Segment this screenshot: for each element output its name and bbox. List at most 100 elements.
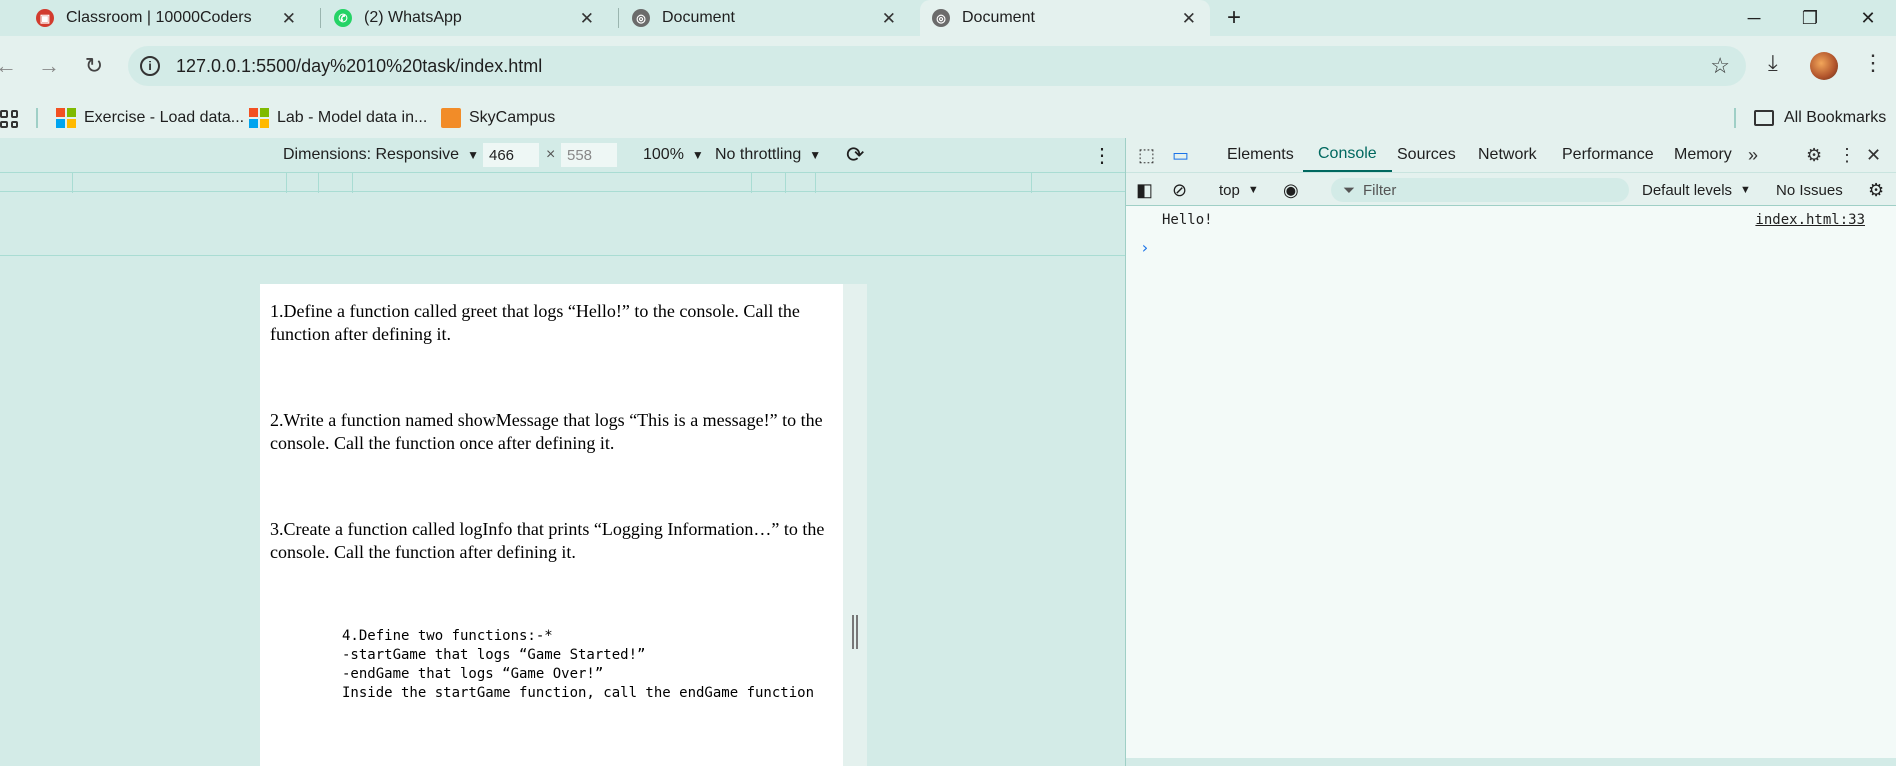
minimize-button[interactable]: ─ [1726,0,1782,36]
tab-title: Document [662,9,735,26]
bookmark-label: Exercise - Load data... [84,109,245,126]
caret-down-icon: ▼ [691,148,704,162]
dimensions-dropdown[interactable]: Dimensions: Responsive ▼ [283,138,479,172]
site-info-icon[interactable]: i [140,56,160,76]
devtools-tab-performance[interactable]: Performance [1562,138,1654,172]
question-4-pre: 4.Define two functions:-* -startGame tha… [342,628,815,701]
resize-handle[interactable] [852,615,858,649]
devtools-tabbar: ⬚ ▭ Elements Console Sources Network Per… [1126,138,1896,172]
caret-down-icon: ▼ [467,148,479,162]
tab-document-active[interactable]: ◎ Document ✕ [920,0,1210,36]
all-bookmarks-button[interactable]: All Bookmarks [1754,98,1886,138]
tab-divider [618,8,619,28]
times-sign: × [546,146,556,163]
filter-placeholder: Filter [1363,181,1397,199]
console-toolbar: ◧ ⊘ top ▼ ◉ ⏷ Filter Default levels ▼ No… [1126,172,1896,206]
tab-strip: ▣ Classroom | 10000Coders ✕ ✆ (2) WhatsA… [0,0,1896,36]
tab-title: Classroom | 10000Coders [66,9,252,26]
close-icon[interactable]: ✕ [580,9,594,29]
media-query-band [0,192,1125,256]
avatar[interactable] [1810,52,1838,80]
menu-kebab-icon[interactable]: ⋮ [1862,50,1884,76]
close-icon[interactable]: ✕ [882,9,896,29]
close-icon[interactable]: ✕ [282,9,296,29]
bookmark-label: Lab - Model data in... [277,109,428,126]
viewport-gutter [843,284,867,766]
devtools-bottom-edge [1126,758,1896,766]
restore-button[interactable]: ❐ [1782,0,1838,36]
tab-classroom[interactable]: ▣ Classroom | 10000Coders ✕ [24,0,310,36]
new-tab-button[interactable]: + [1210,0,1258,36]
folder-icon [1754,110,1774,126]
content-area: Dimensions: Responsive ▼ 466 × 558 100% … [0,138,1896,766]
tab-document[interactable]: ◎ Document ✕ [620,0,910,36]
sidebar-toggle-icon[interactable]: ◧ [1136,173,1153,207]
forward-button[interactable]: → [33,50,65,82]
height-input[interactable]: 558 [561,143,617,167]
width-input[interactable]: 466 [483,143,539,167]
question-2: 2.Write a function named showMessage tha… [270,410,823,453]
close-window-button[interactable]: ✕ [1840,0,1896,36]
skycampus-icon [441,108,461,128]
url-text[interactable]: 127.0.0.1:5500/day%2010%20task/index.htm… [176,56,542,77]
console-source-link[interactable]: index.html:33 [1755,212,1865,228]
throttling-label: No throttling [715,146,802,163]
devtools-tab-memory[interactable]: Memory [1674,138,1732,172]
throttling-dropdown[interactable]: No throttling ▼ [715,138,821,172]
tab-title: (2) WhatsApp [364,9,462,26]
bookmark-star-icon[interactable]: ☆ [1710,53,1730,79]
bookmark-item[interactable]: SkyCampus [441,98,555,138]
question-3: 3.Create a function called logInfo that … [270,519,825,562]
filter-input[interactable]: ⏷ Filter [1331,178,1629,202]
close-devtools-icon[interactable]: ✕ [1866,145,1881,166]
console-message-row: Hello! index.html:33 [1126,206,1896,232]
bookmarks-bar: Exercise - Load data... Lab - Model data… [0,98,1896,138]
reload-button[interactable]: ↻ [78,50,110,82]
emulated-page: 1.Define a function called greet that lo… [260,284,843,766]
back-button[interactable]: ← [0,50,22,82]
console-message-text: Hello! [1162,212,1213,228]
issues-button[interactable]: No Issues [1776,173,1843,207]
console-settings-gear-icon[interactable]: ⚙ [1868,173,1884,207]
apps-grid-icon[interactable] [0,110,18,128]
console-prompt[interactable]: › [1140,238,1150,257]
tab-whatsapp[interactable]: ✆ (2) WhatsApp ✕ [322,0,608,36]
close-icon[interactable]: ✕ [1182,9,1196,29]
whatsapp-icon: ✆ [334,9,352,27]
more-tabs-icon[interactable]: » [1748,145,1758,166]
caret-down-icon: ▼ [809,148,822,162]
devtools-menu-kebab-icon[interactable]: ⋮ [1838,145,1856,166]
devtools-panel: ⬚ ▭ Elements Console Sources Network Per… [1125,138,1896,766]
globe-icon: ◎ [632,9,650,27]
tab-title: Document [962,9,1035,26]
devtools-tab-network[interactable]: Network [1478,138,1537,172]
rotate-icon[interactable]: ⟳ [846,138,864,172]
bookmark-divider [36,108,38,128]
device-toggle-icon[interactable]: ▭ [1172,145,1189,166]
media-query-ruler [0,172,1125,193]
bookmark-item[interactable]: Exercise - Load data... [56,98,244,138]
address-bar[interactable]: i 127.0.0.1:5500/day%2010%20task/index.h… [128,46,1746,86]
inspect-element-icon[interactable]: ⬚ [1138,145,1155,166]
settings-gear-icon[interactable]: ⚙ [1806,145,1822,166]
all-bookmarks-label: All Bookmarks [1784,109,1887,126]
microsoft-icon [249,108,269,128]
caret-down-icon: ▼ [1740,184,1751,196]
microsoft-icon [56,108,76,128]
bookmark-item[interactable]: Lab - Model data in... [249,98,427,138]
context-dropdown[interactable]: top ▼ [1219,173,1259,207]
download-icon[interactable]: ⤓ [1768,50,1778,76]
bookmark-divider [1734,108,1736,128]
log-levels-dropdown[interactable]: Default levels ▼ [1642,173,1751,207]
devtools-tab-elements[interactable]: Elements [1227,138,1294,172]
devtools-tab-console[interactable]: Console [1303,138,1392,172]
clear-console-icon[interactable]: ⊘ [1172,173,1187,207]
zoom-label: 100% [643,146,684,163]
browser-toolbar: ← → ↻ i 127.0.0.1:5500/day%2010%20task/i… [0,36,1896,98]
device-menu-kebab-icon[interactable]: ⋮ [1092,138,1112,172]
live-expression-eye-icon[interactable]: ◉ [1283,173,1299,207]
question-1: 1.Define a function called greet that lo… [270,301,800,344]
zoom-dropdown[interactable]: 100% ▼ [643,138,704,172]
devtools-tab-sources[interactable]: Sources [1397,138,1456,172]
log-levels-label: Default levels [1642,181,1733,199]
